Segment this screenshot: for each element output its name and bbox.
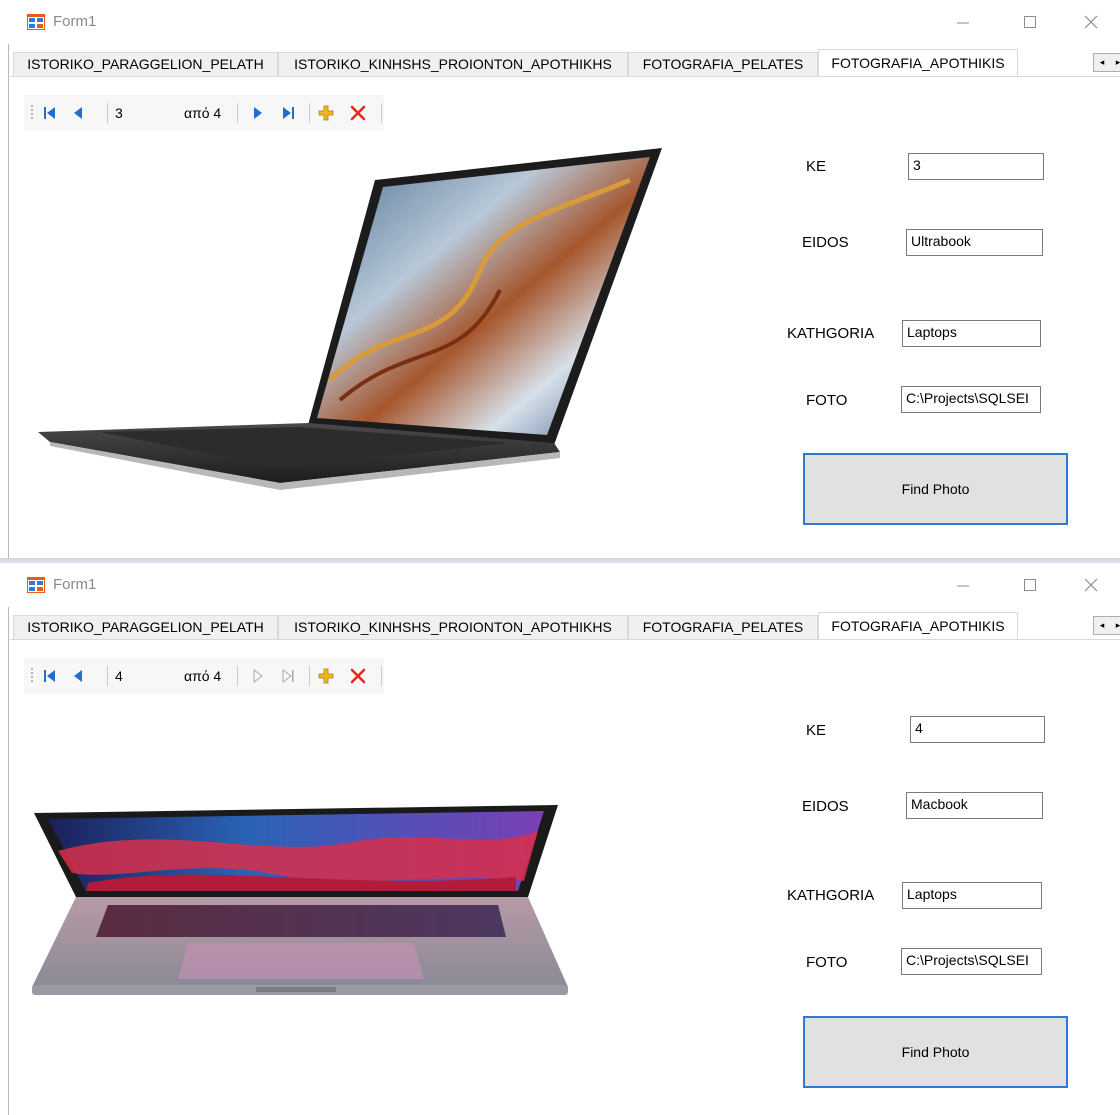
label-eidos: EIDOS	[802, 234, 849, 251]
move-next-icon-disabled[interactable]	[250, 668, 266, 684]
move-last-icon[interactable]	[280, 105, 296, 121]
minimize-button[interactable]	[940, 6, 986, 38]
tab-fotografia-apothikis[interactable]: FOTOGRAFIA_APOTHIKIS	[818, 49, 1018, 77]
tab-fotografia-pelates[interactable]: FOTOGRAFIA_PELATES	[628, 615, 818, 639]
delete-icon[interactable]	[350, 668, 366, 684]
label-kathgoria: KATHGORIA	[787, 325, 875, 342]
maximize-icon	[1024, 579, 1036, 591]
close-button[interactable]	[1068, 6, 1114, 38]
binding-navigator: 4 από 4	[24, 658, 384, 694]
title-bar: Form1	[0, 563, 1120, 607]
label-kathgoria: KATHGORIA	[787, 887, 875, 904]
move-first-icon[interactable]	[42, 668, 58, 684]
toolbar-grip[interactable]	[31, 668, 33, 684]
minimize-button[interactable]	[940, 569, 986, 601]
tab-fotografia-pelates[interactable]: FOTOGRAFIA_PELATES	[628, 52, 818, 76]
maximize-icon	[1024, 16, 1036, 28]
find-photo-button[interactable]: Find Photo	[803, 453, 1068, 525]
toolbar-separator	[381, 666, 382, 686]
input-kathgoria[interactable]: Laptops	[902, 320, 1041, 347]
product-photo-laptop	[38, 148, 662, 490]
move-next-icon[interactable]	[250, 105, 266, 121]
maximize-button[interactable]	[1007, 6, 1053, 38]
toolbar-separator	[107, 666, 108, 686]
move-first-icon[interactable]	[42, 105, 58, 121]
delete-icon[interactable]	[350, 105, 366, 121]
move-previous-icon[interactable]	[70, 668, 86, 684]
close-icon	[1084, 15, 1098, 29]
toolbar-separator	[309, 103, 310, 123]
add-new-icon[interactable]	[318, 105, 334, 121]
form1-window-record-3: Form1 ISTORIKO_PARAGGELION_PELATH ISTORI…	[0, 0, 1120, 560]
toolbar-separator	[237, 666, 238, 686]
minimize-icon	[957, 22, 969, 24]
count-item: από 4	[184, 105, 222, 121]
tab-istoriko-paraggelion-pelath[interactable]: ISTORIKO_PARAGGELION_PELATH	[13, 615, 278, 639]
position-item[interactable]: 3	[115, 105, 123, 121]
tab-istoriko-kinhshs-proionton-apothikhs[interactable]: ISTORIKO_KINHSHS_PROIONTON_APOTHIKHS	[278, 615, 628, 639]
label-ke: KE	[806, 158, 827, 175]
tab-scroll-right-icon[interactable]: ▸	[1110, 54, 1120, 71]
toolbar-grip[interactable]	[31, 105, 33, 121]
tab-strip: ISTORIKO_PARAGGELION_PELATH ISTORIKO_KIN…	[10, 612, 1120, 640]
tab-fotografia-apothikis[interactable]: FOTOGRAFIA_APOTHIKIS	[818, 612, 1018, 640]
input-eidos[interactable]: Macbook	[906, 792, 1043, 819]
tab-scroll-buttons: ◂ ▸	[1093, 616, 1120, 635]
input-eidos[interactable]: Ultrabook	[906, 229, 1043, 256]
maximize-button[interactable]	[1007, 569, 1053, 601]
product-photo-macbook	[32, 805, 568, 995]
window-left-edge	[8, 0, 9, 560]
tab-scroll-buttons: ◂ ▸	[1093, 53, 1120, 72]
form1-window-record-4: Form1 ISTORIKO_PARAGGELION_PELATH ISTORI…	[0, 563, 1120, 1115]
input-ke[interactable]: 3	[908, 153, 1044, 180]
label-foto: FOTO	[806, 392, 848, 409]
minimize-icon	[957, 585, 969, 587]
tab-istoriko-paraggelion-pelath[interactable]: ISTORIKO_PARAGGELION_PELATH	[13, 52, 278, 76]
input-foto[interactable]: C:\Projects\SQLSEI	[901, 948, 1042, 975]
tab-baseline	[10, 76, 1120, 77]
window-left-edge	[8, 563, 9, 1115]
position-item[interactable]: 4	[115, 668, 123, 684]
title-bar: Form1	[0, 0, 1120, 44]
count-item: από 4	[184, 668, 222, 684]
label-foto: FOTO	[806, 954, 848, 971]
close-button[interactable]	[1068, 569, 1114, 601]
close-icon	[1084, 578, 1098, 592]
input-foto[interactable]: C:\Projects\SQLSEI	[901, 386, 1041, 413]
tab-istoriko-kinhshs-proionton-apothikhs[interactable]: ISTORIKO_KINHSHS_PROIONTON_APOTHIKHS	[278, 52, 628, 76]
toolbar-separator	[237, 103, 238, 123]
tab-scroll-right-icon[interactable]: ▸	[1110, 617, 1120, 634]
app-form-icon	[27, 577, 45, 593]
label-eidos: EIDOS	[802, 798, 849, 815]
move-last-icon-disabled[interactable]	[280, 668, 296, 684]
window-title: Form1	[53, 576, 97, 593]
label-ke: KE	[806, 722, 827, 739]
input-ke[interactable]: 4	[910, 716, 1045, 743]
app-form-icon	[27, 14, 45, 30]
tab-baseline	[10, 639, 1120, 640]
find-photo-button[interactable]: Find Photo	[803, 1016, 1068, 1088]
binding-navigator: 3 από 4	[24, 95, 384, 131]
window-title: Form1	[53, 13, 97, 30]
add-new-icon[interactable]	[318, 668, 334, 684]
move-previous-icon[interactable]	[70, 105, 86, 121]
toolbar-separator	[309, 666, 310, 686]
toolbar-separator	[107, 103, 108, 123]
tab-scroll-left-icon[interactable]: ◂	[1094, 54, 1110, 71]
tab-scroll-left-icon[interactable]: ◂	[1094, 617, 1110, 634]
input-kathgoria[interactable]: Laptops	[902, 882, 1042, 909]
toolbar-separator	[381, 103, 382, 123]
tab-strip: ISTORIKO_PARAGGELION_PELATH ISTORIKO_KIN…	[10, 49, 1120, 77]
